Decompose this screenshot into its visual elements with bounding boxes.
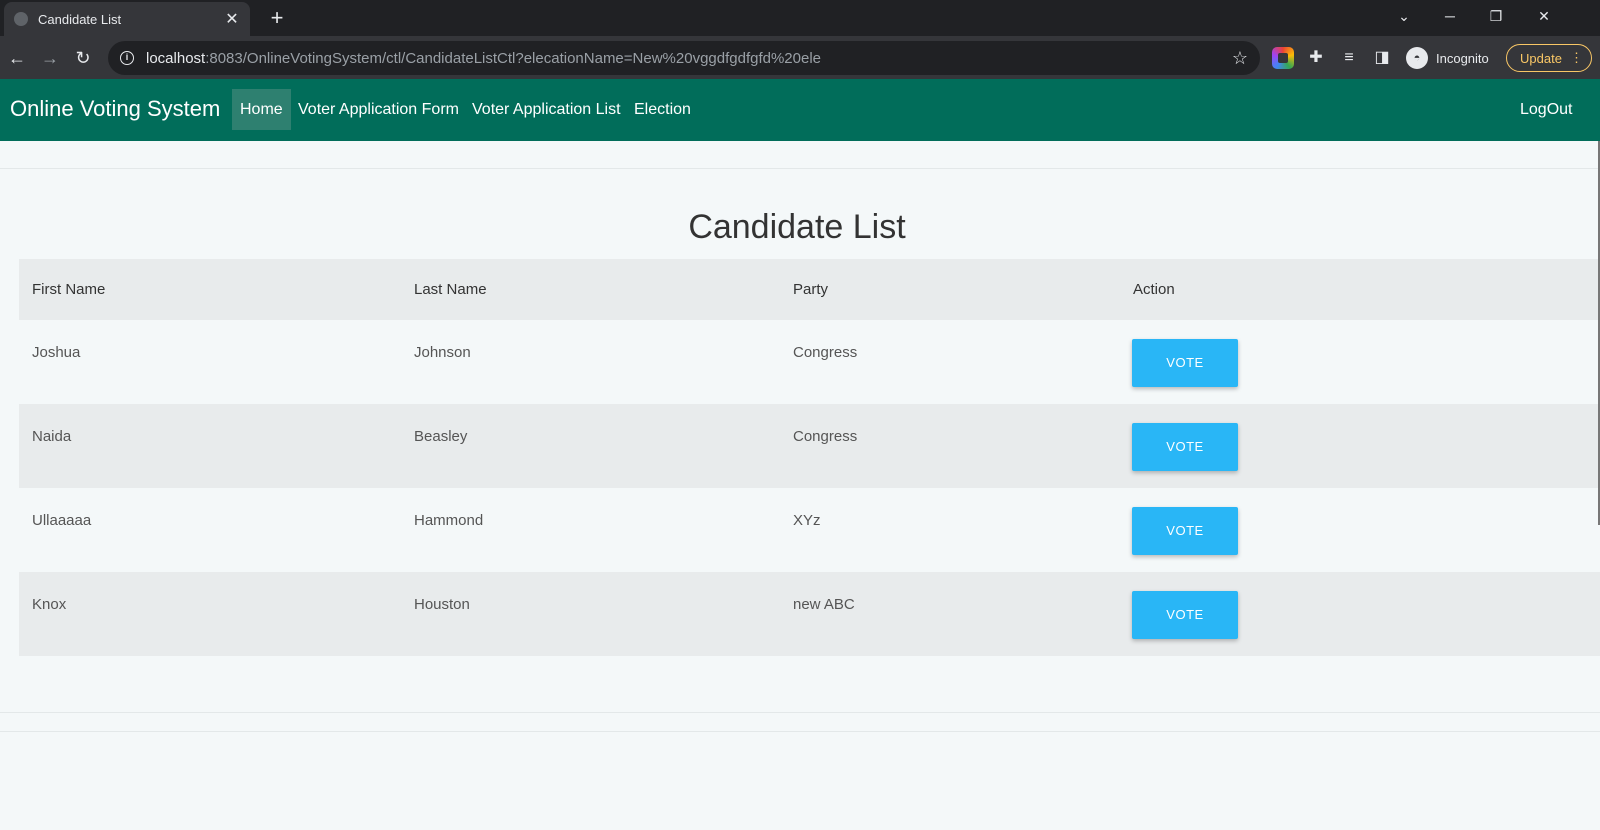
minimize-icon[interactable]: ─ <box>1430 0 1470 32</box>
update-label: Update <box>1520 50 1562 66</box>
nav-link-voter-application-form[interactable]: Voter Application Form <box>290 89 467 130</box>
cell-last-name: Houston <box>414 596 470 613</box>
nav-link-voter-application-list[interactable]: Voter Application List <box>464 89 629 130</box>
incognito-label: Incognito <box>1436 50 1489 66</box>
vote-button[interactable]: VOTE <box>1132 591 1238 639</box>
divider-top <box>0 168 1600 169</box>
logout-link[interactable]: LogOut <box>1512 89 1580 130</box>
header-last-name: Last Name <box>414 281 487 298</box>
incognito-profile[interactable]: ◓ Incognito <box>1406 44 1489 72</box>
vote-button[interactable]: VOTE <box>1132 507 1238 555</box>
close-window-icon[interactable]: ✕ <box>1524 0 1564 32</box>
cell-first-name: Knox <box>32 596 67 613</box>
divider-bottom <box>0 712 1600 713</box>
page-title: Candidate List <box>688 208 906 246</box>
url-host: localhost <box>146 49 206 67</box>
cell-party: Congress <box>793 344 858 361</box>
back-icon[interactable]: ← <box>3 44 31 72</box>
cell-first-name: Ullaaaaa <box>32 512 92 529</box>
table-row: Naida Beasley Congress VOTE <box>19 404 1600 488</box>
footer-divider <box>0 731 1600 732</box>
nav-link-election[interactable]: Election <box>626 89 699 130</box>
vote-button[interactable]: VOTE <box>1132 423 1238 471</box>
address-bar[interactable]: i localhost:8083/OnlineVotingSystem/ctl/… <box>108 41 1260 75</box>
brand-title[interactable]: Online Voting System <box>10 96 220 122</box>
forward-icon[interactable]: → <box>36 44 64 72</box>
cell-last-name: Johnson <box>414 344 471 361</box>
globe-icon <box>14 12 28 26</box>
nav-link-home[interactable]: Home <box>232 89 291 130</box>
restore-icon[interactable]: ❐ <box>1476 0 1516 32</box>
more-menu-icon[interactable]: ⋮ <box>1570 50 1583 66</box>
update-button[interactable]: Update ⋮ <box>1506 44 1592 72</box>
bookmark-star-icon[interactable]: ☆ <box>1232 48 1248 69</box>
table-header-row: First Name Last Name Party Action <box>19 259 1600 320</box>
header-first-name: First Name <box>32 281 106 298</box>
cell-party: XYz <box>793 512 821 529</box>
cell-first-name: Joshua <box>32 344 81 361</box>
app-navbar: Online Voting System Home Voter Applicat… <box>0 79 1600 141</box>
cell-party: new ABC <box>793 596 855 613</box>
table-row: Joshua Johnson Congress VOTE <box>19 320 1600 404</box>
incognito-icon: ◓ <box>1406 47 1428 69</box>
cell-first-name: Naida <box>32 428 72 445</box>
close-tab-icon[interactable]: ✕ <box>224 9 240 29</box>
side-panel-icon[interactable]: ◨ <box>1371 47 1393 69</box>
color-extension-icon[interactable] <box>1272 47 1294 69</box>
cell-last-name: Beasley <box>414 428 468 445</box>
table-row: Ullaaaaa Hammond XYz VOTE <box>19 488 1600 572</box>
candidate-table: First Name Last Name Party Action Joshua… <box>19 259 1600 656</box>
header-party: Party <box>793 281 829 298</box>
browser-tab[interactable]: Candidate List ✕ <box>4 2 250 36</box>
tab-search-icon[interactable]: ⌄ <box>1384 0 1424 32</box>
browser-toolbar: ← → ↻ i localhost:8083/OnlineVotingSyste… <box>0 36 1600 79</box>
reload-icon[interactable]: ↻ <box>69 44 97 72</box>
browser-tabstrip: Candidate List ✕ + ⌄ ─ ❐ ✕ <box>0 0 1600 36</box>
vote-button[interactable]: VOTE <box>1132 339 1238 387</box>
url-path: :8083/OnlineVotingSystem/ctl/CandidateLi… <box>205 49 822 67</box>
header-action: Action <box>1133 281 1175 298</box>
table-row: Knox Houston new ABC VOTE <box>19 572 1600 656</box>
cell-party: Congress <box>793 428 858 445</box>
extensions-puzzle-icon[interactable]: ✚ <box>1305 47 1327 69</box>
media-playlist-icon[interactable]: ≡ <box>1338 47 1360 69</box>
cell-last-name: Hammond <box>414 512 484 529</box>
new-tab-icon[interactable]: + <box>264 5 290 31</box>
site-info-icon[interactable]: i <box>120 51 134 65</box>
tab-title: Candidate List <box>38 11 122 27</box>
